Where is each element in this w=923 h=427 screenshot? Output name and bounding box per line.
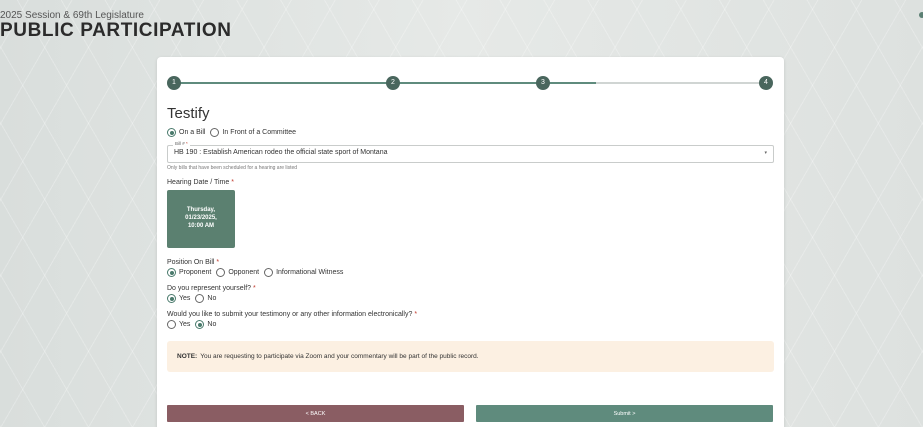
submit-button[interactable]: Submit > [476,405,773,422]
radio-selected-icon[interactable] [167,294,176,303]
electronic-label: Would you like to submit your testimony … [167,311,774,318]
form-buttons: < BACK Submit > [167,405,774,422]
step-1-indicator: 1 [167,76,181,90]
electronic-group: Yes No [167,320,774,329]
hearing-label: Hearing Date / Time * [167,179,774,186]
radio-selected-icon[interactable] [167,128,176,137]
zoom-note: NOTE: You are requesting to participate … [167,341,774,372]
testify-committee-option[interactable]: In Front of a Committee [210,128,296,137]
chevron-down-icon[interactable]: ▾ [764,150,767,156]
stepper-remaining-line [596,82,766,84]
bill-select-legend: Bill # * [173,141,190,146]
bill-hint: Only bills that have been scheduled for … [167,165,298,171]
required-mark: * [216,259,220,266]
radio-empty-icon[interactable] [216,268,226,277]
radio-empty-icon[interactable] [264,268,274,277]
option-label: Yes [179,321,191,328]
testify-form: Testify On a Bill In Front of a Committe… [167,105,774,372]
represent-label-text: Do you represent yourself? [167,285,252,292]
required-mark: * [414,311,418,318]
bill-select[interactable]: Bill # * HB 190 : Establish American rod… [167,141,774,163]
option-label: No [207,321,217,328]
position-group: Proponent Opponent Informational Witness [167,268,774,277]
option-label: Opponent [228,269,260,276]
radio-empty-icon[interactable] [167,320,176,329]
testify-on-bill-option[interactable]: On a Bill [167,128,205,137]
electronic-yes-option[interactable]: Yes [167,320,190,329]
hearing-time: 10:00 AM [187,222,215,229]
step-4-indicator: 4 [759,76,773,90]
represent-yes-option[interactable]: Yes [167,294,190,303]
represent-group: Yes No [167,294,774,303]
step-2-indicator: 2 [386,76,400,90]
option-label: Proponent [179,269,212,276]
option-label: On a Bill [179,129,206,136]
opponent-option[interactable]: Opponent [216,268,259,277]
option-label: Informational Witness [276,269,344,276]
required-mark: * [231,179,234,186]
radio-empty-icon[interactable] [210,128,220,137]
represent-label: Do you represent yourself? * [167,285,774,292]
stepper-progress-line [174,82,596,84]
electronic-no-option[interactable]: No [195,320,216,329]
required-mark: * [186,141,188,146]
option-label: Yes [179,295,191,302]
hearing-label-text: Hearing Date / Time [167,179,230,186]
progress-stepper: 1 2 3 4 [167,76,774,90]
proponent-option[interactable]: Proponent [167,268,211,277]
hearing-date: 01/23/2025, [185,215,217,222]
hearing-day: Thursday, [186,207,216,214]
informational-witness-option[interactable]: Informational Witness [264,268,343,277]
radio-selected-icon[interactable] [167,268,176,277]
required-mark: * [253,285,256,292]
form-heading: Testify [167,105,210,122]
status-dot-icon [919,12,923,18]
note-text: You are requesting to participate via Zo… [200,353,479,360]
position-label-text: Position On Bill [167,259,215,266]
position-label: Position On Bill * [167,259,774,266]
step-3-indicator: 3 [536,76,550,90]
option-label: In Front of a Committee [222,129,296,136]
bill-legend-text: Bill # [175,141,185,146]
back-button[interactable]: < BACK [167,405,464,422]
option-label: No [207,295,217,302]
note-prefix: NOTE: [177,353,198,360]
radio-selected-icon[interactable] [195,320,205,329]
bill-select-value: HB 190 : Establish American rodeo the of… [174,149,388,156]
electronic-label-text: Would you like to submit your testimony … [167,311,413,318]
represent-no-option[interactable]: No [195,294,216,303]
page-title: PUBLIC PARTICIPATION [0,20,232,41]
hearing-date-tile[interactable]: Thursday, 01/23/2025, 10:00 AM [167,190,235,248]
testify-form-card: 1 2 3 4 Testify On a Bill In Front of a … [157,57,784,427]
radio-empty-icon[interactable] [195,294,205,303]
testify-type-group: On a Bill In Front of a Committee [167,128,774,137]
